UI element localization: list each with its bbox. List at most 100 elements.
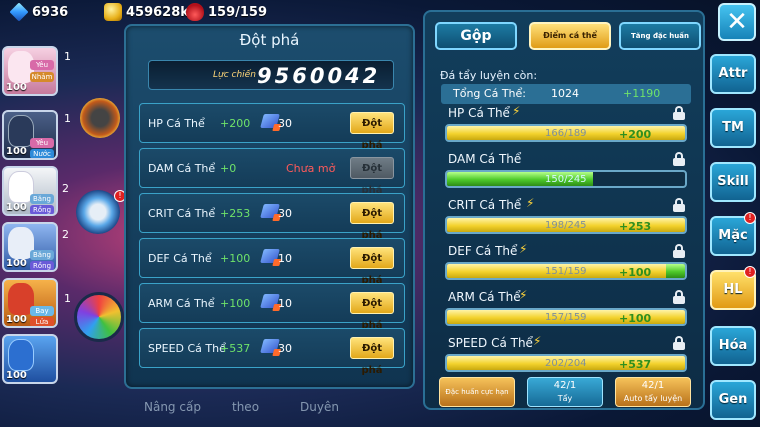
stat-bonus: +253 [220,207,251,220]
tab-individual-points[interactable]: Điểm cá thể [529,22,611,50]
stat-row: ARM Cá Thể ⚡ 157/159 +100 [445,288,689,334]
bottom-label-follow[interactable]: theo [232,400,259,414]
breakthrough-button: Đột phá [350,157,394,196]
level: 100 [6,146,27,157]
lock-icon[interactable] [673,290,685,304]
type-tag: Lửa [30,317,54,326]
breakthrough-row-dam: DAM Cá Thể +0 Chưa mở Đột phá [139,148,405,196]
stat-bonus: +200 [220,117,251,130]
slot-number: 1 [64,112,71,125]
stat-training-panel: Gộp Điểm cá thể Tăng đặc huấn Đá tẩy luy… [423,10,705,410]
stone-icon [260,294,280,308]
lightning-icon: ⚡ [519,242,528,256]
side-tab-skill[interactable]: Skill [710,162,756,202]
stat-progress-bar: 198/245 +253 [445,216,687,234]
wash-button[interactable]: 42/1 Tẩy [527,377,603,407]
cost: 30 [278,207,292,220]
breakthrough-button[interactable]: Đột phá [350,292,394,331]
type-tag: Rồng [30,205,54,214]
type-tag: Bay [30,306,54,316]
stat-bonus: +100 [619,312,652,325]
slot-number: 2 [62,228,69,241]
stone-icon [260,339,280,353]
stat-bonus: +537 [220,342,251,355]
lightning-icon: ⚡ [533,334,542,348]
roster-slot-3[interactable]: Băng Rồng 100 [2,166,58,216]
auto-wash-count: 42/1 [641,380,665,391]
stat-name: DEF Cá Thể [148,252,212,265]
lock-icon[interactable] [673,244,685,258]
lightning-icon: ⚡ [512,104,521,118]
stat-progress-bar: 157/159 +100 [445,308,687,326]
tab-special-training[interactable]: Tăng đặc huấn [619,22,701,50]
lightning-icon: ⚡ [519,288,528,302]
extreme-training-button[interactable]: Đặc huấn cực hạn [439,377,515,407]
type-tag: Nước [30,149,54,158]
level: 100 [6,82,27,93]
breakthrough-row-hp: HP Cá Thể +200 30 Đột phá [139,103,405,151]
wash-count: 42/1 [553,380,577,391]
roster-slot-4[interactable]: Băng Rồng 100 [2,222,58,272]
roster-slot-6[interactable]: 100 [2,334,58,384]
stat-name: DAM Cá Thể [148,162,216,175]
cost: 30 [278,342,292,355]
roster-slot-2[interactable]: Yêu Nước 100 [2,110,58,160]
cost: 10 [278,252,292,265]
breakthrough-row-speed: SPEED Cá Thể +537 30 Đột phá [139,328,405,376]
stat-row: CRIT Cá Thể ⚡ 198/245 +253 [445,196,689,242]
lock-icon[interactable] [673,152,685,166]
monster-portrait [8,339,34,371]
power-value: 9560042 [257,64,381,88]
breakthrough-button[interactable]: Đột phá [350,202,394,241]
lock-icon[interactable] [673,106,685,120]
stat-bonus: +0 [220,162,237,175]
stat-value: 202/204 [545,358,587,369]
power-label: Lực chiến [213,70,256,80]
stat-name: SPEED Cá Thể [148,342,226,355]
roster-slot-5[interactable]: Bay Lửa 100 [2,278,58,328]
stone-icon [260,204,280,218]
stamina-value: 159/159 [208,4,268,20]
stat-value: 150/245 [545,174,587,185]
stat-name: DEF Cá Thể [448,244,518,258]
bottom-label-bond[interactable]: Duyên [300,400,339,414]
side-tab-tm[interactable]: TM [710,108,756,148]
stat-progress-extra [665,264,685,278]
breakthrough-button[interactable]: Đột phá [350,247,394,286]
breakthrough-button[interactable]: Đột phá [350,337,394,376]
stat-bonus: +100 [619,266,652,279]
side-tab-gen[interactable]: Gen [710,380,756,420]
bottom-label-upgrade[interactable]: Nâng cấp [144,400,201,414]
close-button[interactable]: ✕ [718,3,756,41]
stat-bonus: +100 [220,297,251,310]
stat-bonus: +537 [619,358,652,371]
diamond-counter: 6936 [9,2,68,22]
slot-number: 1 [64,292,71,305]
side-tab-hoa[interactable]: Hóa [710,326,756,366]
roster-slot-1[interactable]: Yêu Nhảm 100 [2,46,58,96]
diamond-icon [9,2,29,22]
lock-icon[interactable] [673,198,685,212]
stat-value: 157/159 [545,312,587,323]
potion-icon [186,3,204,21]
element-wheel-icon[interactable] [74,292,124,342]
locked-text: Chưa mở [286,162,336,175]
stat-bonus: +253 [619,220,652,233]
breakthrough-row-arm: ARM Cá Thể +100 10 Đột phá [139,283,405,331]
stamina-counter: 159/159 [186,3,267,21]
stat-name: CRIT Cá Thể [148,207,216,220]
lock-icon[interactable] [673,336,685,350]
total-plus: +1190 [623,87,661,100]
type-tag: Yêu [30,138,54,148]
auto-wash-button[interactable]: 42/1 Auto tẩy luyện [615,377,691,407]
stones-remaining-label: Đá tẩy luyện còn: [440,69,538,82]
breakthrough-button[interactable]: Đột phá [350,112,394,151]
stat-name: ARM Cá Thể [148,297,215,310]
skill-orb-icon[interactable] [80,98,120,138]
cost: 10 [278,297,292,310]
panel-title: Đột phá [239,31,300,49]
side-tab-attr[interactable]: Attr [710,54,756,94]
stat-name: ARM Cá Thể [448,290,521,304]
tab-merge[interactable]: Gộp [435,22,517,50]
breakthrough-panel: Đột phá Lực chiến 9560042 HP Cá Thể +200… [124,24,415,389]
